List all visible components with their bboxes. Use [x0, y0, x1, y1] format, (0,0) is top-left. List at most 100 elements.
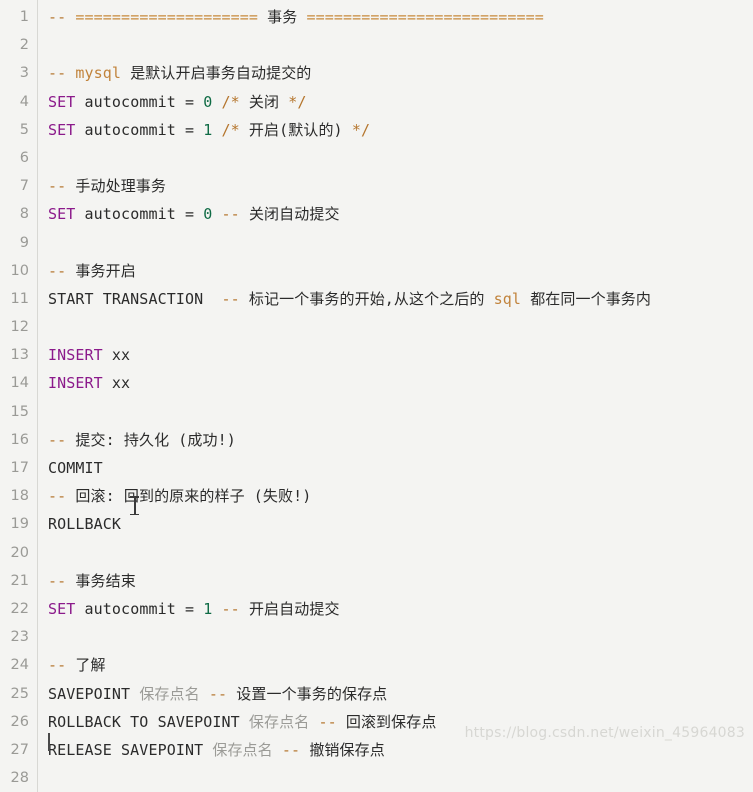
line-number: 14: [10, 375, 29, 392]
line-number: 26: [10, 713, 29, 730]
code-token: SAVEPOINT: [48, 684, 140, 703]
code-token: 事务结束: [75, 571, 136, 590]
code-line[interactable]: [48, 398, 753, 426]
code-line[interactable]: COMMIT: [48, 454, 753, 482]
code-token: mysql: [75, 64, 122, 83]
code-line[interactable]: SAVEPOINT 保存点名 -- 设置一个事务的保存点: [48, 680, 753, 708]
code-line[interactable]: INSERT xx: [48, 369, 753, 397]
code-token: START TRANSACTION: [48, 289, 222, 308]
code-token: INSERT: [48, 374, 103, 393]
code-token: 回滚: 回到的原来的样子 (失败!): [75, 487, 312, 506]
code-token: --: [48, 571, 76, 590]
code-line[interactable]: [48, 764, 753, 792]
line-number: 28: [10, 770, 29, 787]
code-content-area[interactable]: -- ==================== 事务 =============…: [38, 0, 753, 792]
code-token: 设置一个事务的保存点: [236, 684, 388, 703]
code-token: --: [48, 64, 76, 83]
line-number: 19: [10, 516, 29, 533]
code-token: ==========================: [306, 8, 544, 26]
code-line[interactable]: -- 事务开启: [48, 257, 753, 285]
text-insertion-caret: [48, 733, 50, 751]
code-token: --: [48, 261, 76, 280]
code-token: COMMIT: [48, 459, 103, 477]
line-number: 12: [10, 319, 29, 336]
line-number: 7: [19, 178, 29, 195]
code-token: --: [48, 177, 76, 196]
code-line[interactable]: START TRANSACTION -- 标记一个事务的开始,从这个之后的 sq…: [48, 285, 753, 313]
code-token: --: [221, 205, 249, 224]
code-token: ====================: [75, 8, 259, 26]
code-line[interactable]: [48, 623, 753, 651]
code-token: SET: [48, 120, 76, 139]
code-token: --: [281, 740, 310, 759]
code-line[interactable]: SET autocommit = 1 /* 开启(默认的) */: [48, 116, 753, 144]
code-token: sql: [493, 289, 522, 308]
code-token: 事务开启: [75, 261, 136, 280]
code-line[interactable]: ROLLBACK TO SAVEPOINT 保存点名 -- 回滚到保存点: [48, 708, 753, 736]
line-number: 23: [10, 629, 29, 646]
code-line[interactable]: [48, 229, 753, 257]
code-line[interactable]: -- 了解: [48, 651, 753, 679]
code-line[interactable]: -- ==================== 事务 =============…: [48, 3, 753, 31]
code-line[interactable]: SET autocommit = 0 -- 关闭自动提交: [48, 200, 753, 228]
code-token: 保存点名: [212, 740, 273, 759]
code-token: RELEASE SAVEPOINT: [48, 740, 213, 759]
code-line[interactable]: INSERT xx: [48, 341, 753, 369]
code-token: autocommit: [75, 599, 185, 618]
code-token: 标记一个事务的开始,从这个之后的: [248, 289, 494, 308]
code-token: ROLLBACK: [48, 515, 122, 534]
code-token: =: [184, 92, 204, 111]
code-line[interactable]: SET autocommit = 1 -- 开启自动提交: [48, 595, 753, 623]
line-number: 22: [10, 600, 29, 617]
code-line[interactable]: RELEASE SAVEPOINT 保存点名 -- 撤销保存点: [48, 736, 753, 764]
code-line[interactable]: -- 提交: 持久化 (成功!): [48, 426, 753, 454]
code-line[interactable]: [48, 144, 753, 172]
code-token: xx: [102, 346, 131, 365]
code-token: --: [221, 599, 249, 618]
code-token: --: [318, 712, 346, 731]
code-token: 都在同一个事务内: [521, 289, 651, 308]
code-token: =: [184, 120, 204, 139]
line-number: 13: [10, 347, 29, 364]
code-token: 是默认开启事务自动提交的: [121, 64, 312, 83]
code-line[interactable]: [48, 539, 753, 567]
line-number: 24: [10, 657, 29, 674]
line-number: 10: [10, 262, 29, 279]
code-token: */: [288, 92, 307, 111]
code-token: 回滚到保存点: [345, 712, 437, 731]
code-line[interactable]: -- 事务结束: [48, 567, 753, 595]
code-line[interactable]: -- mysql 是默认开启事务自动提交的: [48, 59, 753, 87]
code-token: /*: [221, 120, 240, 139]
code-token: */: [351, 120, 371, 139]
line-number: 21: [10, 572, 29, 589]
code-token: =: [184, 599, 204, 618]
code-token: --: [208, 684, 237, 703]
line-number: 18: [10, 488, 29, 505]
code-token: 关闭自动提交: [248, 205, 340, 224]
code-token: 保存点名: [248, 712, 310, 731]
line-number: 20: [10, 544, 29, 561]
code-editor[interactable]: 1 2 3 4 5 6 7 8 9 10 11 12 13 14 15 16 17 18 19 20 21 22 23 24 2…: [0, 0, 753, 792]
code-line[interactable]: SET autocommit = 0 /* 关闭 */: [48, 88, 753, 116]
code-token: =: [184, 205, 204, 224]
code-token: --: [48, 430, 76, 449]
line-number: 25: [10, 685, 29, 702]
code-token: 撤销保存点: [309, 740, 385, 759]
code-line[interactable]: [48, 31, 753, 59]
line-number: 5: [19, 121, 29, 138]
line-number: 17: [10, 460, 29, 476]
code-line[interactable]: ROLLBACK: [48, 510, 753, 538]
code-token: --: [221, 289, 249, 308]
line-number: 8: [19, 206, 29, 223]
line-number: 6: [19, 149, 29, 166]
code-line[interactable]: -- 手动处理事务: [48, 172, 753, 200]
code-line[interactable]: -- 回滚: 回到的原来的样子 (失败!): [48, 482, 753, 510]
code-token: autocommit: [75, 205, 185, 224]
code-token: --: [48, 656, 76, 675]
code-line[interactable]: [48, 313, 753, 341]
code-token: 提交: 持久化 (成功!): [75, 430, 236, 449]
code-token: --: [48, 8, 76, 26]
